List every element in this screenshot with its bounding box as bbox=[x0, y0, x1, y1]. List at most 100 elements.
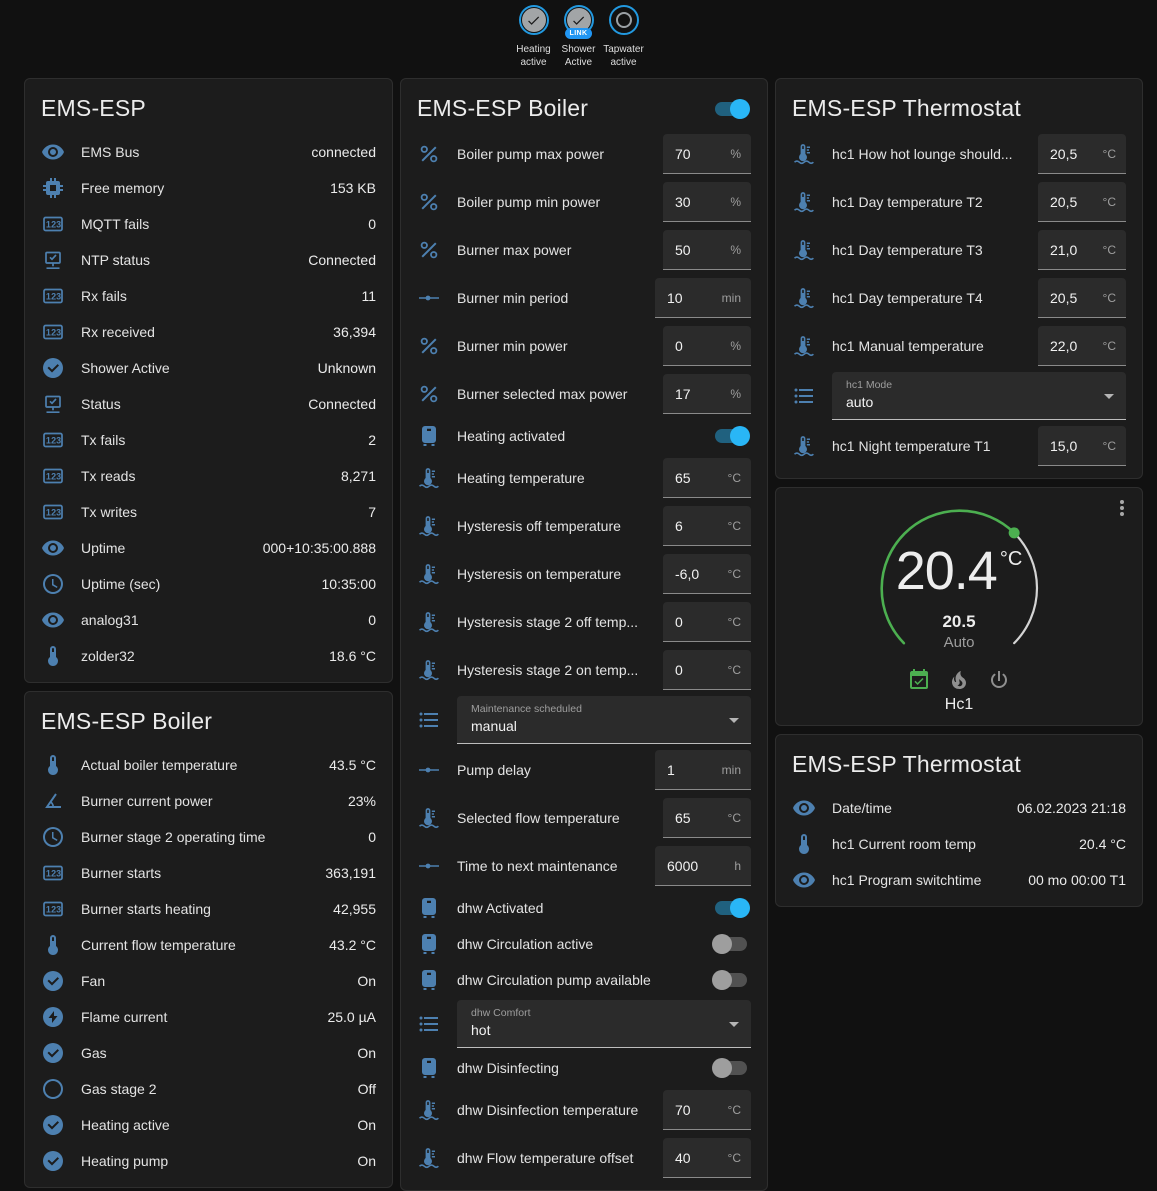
control-row-dhw-flow-temperature-offset: dhw Flow temperature offset40°C bbox=[401, 1134, 767, 1182]
entity-value: 8,271 bbox=[333, 468, 376, 484]
entity-row-zolder32[interactable]: zolder3218.6 °C bbox=[25, 638, 392, 674]
select-dhw-comfort[interactable]: dhw Comforthot bbox=[457, 1000, 751, 1048]
number-input[interactable]: 40°C bbox=[663, 1138, 751, 1178]
entity-label: Uptime (sec) bbox=[81, 576, 160, 592]
entity-row-status[interactable]: StatusConnected bbox=[25, 386, 392, 422]
select-maintenance-scheduled[interactable]: Maintenance scheduledmanual bbox=[457, 696, 751, 744]
entity-row-mqtt-fails[interactable]: 123MQTT fails0 bbox=[25, 206, 392, 242]
number-input[interactable]: 65°C bbox=[663, 798, 751, 838]
water-thermometer-icon bbox=[792, 434, 816, 458]
control-label: dhw Disinfection temperature bbox=[457, 1102, 663, 1118]
entity-row-uptime[interactable]: Uptime000+10:35:00.888 bbox=[25, 530, 392, 566]
control-label: dhw Activated bbox=[457, 900, 715, 916]
entity-row-ems-bus[interactable]: EMS Busconnected bbox=[25, 134, 392, 170]
control-label: dhw Flow temperature offset bbox=[457, 1150, 663, 1166]
entity-label: Heating active bbox=[81, 1117, 170, 1133]
number-input[interactable]: 10min bbox=[655, 278, 751, 318]
number-input[interactable]: 0°C bbox=[663, 650, 751, 690]
toggle-dhw-activated[interactable] bbox=[715, 901, 747, 915]
control-label: hc1 Day temperature T3 bbox=[832, 242, 1038, 258]
check-circle-icon bbox=[41, 969, 65, 993]
entity-row-fan[interactable]: FanOn bbox=[25, 963, 392, 999]
entity-row-uptime-sec[interactable]: Uptime (sec)10:35:00 bbox=[25, 566, 392, 602]
entity-label: NTP status bbox=[81, 252, 150, 268]
eye-icon bbox=[792, 796, 816, 820]
number-input[interactable]: 0°C bbox=[663, 602, 751, 642]
svg-text:3: 3 bbox=[56, 328, 61, 338]
svg-text:3: 3 bbox=[56, 472, 61, 482]
number-input[interactable]: 1min bbox=[655, 750, 751, 790]
chevron-down-icon bbox=[1104, 394, 1114, 399]
entity-row-burner-current-power[interactable]: Burner current power23% bbox=[25, 783, 392, 819]
entity-row-shower-active[interactable]: Shower ActiveUnknown bbox=[25, 350, 392, 386]
toggle-dhw-circulation-pump-available[interactable] bbox=[715, 973, 747, 987]
kebab-menu-button[interactable] bbox=[1110, 496, 1134, 520]
entity-row-burner-starts-heating[interactable]: 123Burner starts heating42,955 bbox=[25, 891, 392, 927]
mode-button-auto[interactable] bbox=[907, 668, 931, 692]
mode-button-off[interactable] bbox=[987, 668, 1011, 692]
number-input[interactable]: 21,0°C bbox=[1038, 230, 1126, 270]
entity-row-analog31[interactable]: analog310 bbox=[25, 602, 392, 638]
toggle-heating-activated[interactable] bbox=[715, 429, 747, 443]
number-input[interactable]: 30% bbox=[663, 182, 751, 222]
entity-row-heating-active[interactable]: Heating activeOn bbox=[25, 1107, 392, 1143]
number-unit: °C bbox=[1103, 439, 1116, 453]
toggle-dhw-disinfecting[interactable] bbox=[715, 1061, 747, 1075]
entity-row-gas[interactable]: GasOn bbox=[25, 1035, 392, 1071]
entity-row-tx-writes[interactable]: 123Tx writes7 bbox=[25, 494, 392, 530]
card-ems-esp-thermostat: EMS-ESP Thermostathc1 How hot lounge sho… bbox=[775, 78, 1143, 479]
entity-row-ntp-status[interactable]: NTP statusConnected bbox=[25, 242, 392, 278]
entity-row-actual-boiler-temperature[interactable]: Actual boiler temperature43.5 °C bbox=[25, 747, 392, 783]
number-unit: h bbox=[734, 859, 741, 873]
select-hc1-mode[interactable]: hc1 Modeauto bbox=[832, 372, 1126, 420]
entity-row-tx-reads[interactable]: 123Tx reads8,271 bbox=[25, 458, 392, 494]
entity-row-date-time[interactable]: Date/time06.02.2023 21:18 bbox=[776, 790, 1142, 826]
entity-row-current-flow-temperature[interactable]: Current flow temperature43.2 °C bbox=[25, 927, 392, 963]
number-unit: °C bbox=[1103, 147, 1116, 161]
entity-row-gas-stage-2[interactable]: Gas stage 2Off bbox=[25, 1071, 392, 1107]
number-value: 70 bbox=[675, 1102, 691, 1118]
number-value: 20,5 bbox=[1050, 290, 1077, 306]
entity-row-heating-pump[interactable]: Heating pumpOn bbox=[25, 1143, 392, 1179]
number-input[interactable]: -6,0°C bbox=[663, 554, 751, 594]
number-value: 1 bbox=[667, 762, 675, 778]
control-row-maintenance-scheduled: Maintenance scheduledmanual bbox=[401, 694, 767, 746]
control-label: Burner selected max power bbox=[457, 386, 663, 402]
entity-row-rx-fails[interactable]: 123Rx fails11 bbox=[25, 278, 392, 314]
number-input[interactable]: 70% bbox=[663, 134, 751, 174]
number-input[interactable]: 0% bbox=[663, 326, 751, 366]
entity-row-burner-starts[interactable]: 123Burner starts363,191 bbox=[25, 855, 392, 891]
number-input[interactable]: 70°C bbox=[663, 1090, 751, 1130]
card-master-toggle[interactable] bbox=[715, 102, 747, 116]
number-input[interactable]: 20,5°C bbox=[1038, 278, 1126, 318]
header-badge-tapwater-active[interactable]: Tapwater active bbox=[602, 5, 646, 78]
number-input[interactable]: 15,0°C bbox=[1038, 426, 1126, 466]
header-badge-shower-active[interactable]: LINKShower Active bbox=[557, 5, 601, 78]
entity-row-free-memory[interactable]: Free memory153 KB bbox=[25, 170, 392, 206]
card-title: EMS-ESP bbox=[25, 79, 392, 134]
number-input[interactable]: 6°C bbox=[663, 506, 751, 546]
entity-row-burner-stage-2-operating-time[interactable]: Burner stage 2 operating time0 bbox=[25, 819, 392, 855]
number-input[interactable]: 22,0°C bbox=[1038, 326, 1126, 366]
entity-value: connected bbox=[303, 144, 376, 160]
number-value: 0 bbox=[675, 662, 683, 678]
mode-button-heat[interactable] bbox=[947, 668, 971, 692]
svg-text:3: 3 bbox=[56, 905, 61, 915]
number-input[interactable]: 50% bbox=[663, 230, 751, 270]
entity-row-tx-fails[interactable]: 123Tx fails2 bbox=[25, 422, 392, 458]
number-input[interactable]: 17% bbox=[663, 374, 751, 414]
control-label: Heating activated bbox=[457, 428, 715, 444]
entity-row-rx-received[interactable]: 123Rx received36,394 bbox=[25, 314, 392, 350]
control-row-burner-max-power: Burner max power50% bbox=[401, 226, 767, 274]
entity-row-hc1-current-room-temp[interactable]: hc1 Current room temp20.4 °C bbox=[776, 826, 1142, 862]
number-input[interactable]: 20,5°C bbox=[1038, 134, 1126, 174]
entity-row-hc1-program-switchtime[interactable]: hc1 Program switchtime00 mo 00:00 T1 bbox=[776, 862, 1142, 898]
number-input[interactable]: 20,5°C bbox=[1038, 182, 1126, 222]
number-input[interactable]: 65°C bbox=[663, 458, 751, 498]
control-row-burner-min-power: Burner min power0% bbox=[401, 322, 767, 370]
header-badge-heating-active[interactable]: Heating active bbox=[512, 5, 556, 78]
toggle-dhw-circulation-active[interactable] bbox=[715, 937, 747, 951]
entity-row-flame-current[interactable]: Flame current25.0 µA bbox=[25, 999, 392, 1035]
number-input[interactable]: 6000h bbox=[655, 846, 751, 886]
entity-label: Flame current bbox=[81, 1009, 167, 1025]
